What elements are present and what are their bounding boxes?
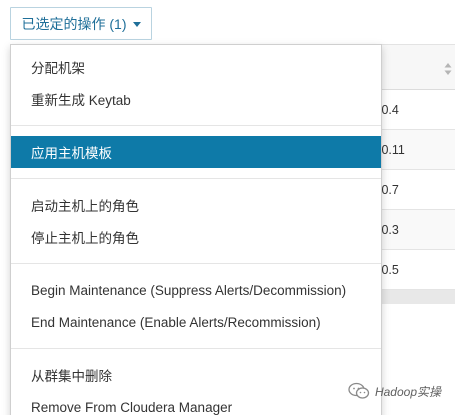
wechat-icon [348,382,370,399]
watermark: Hadoop实操 [348,382,441,400]
selected-actions-label: 已选定的操作 (1) [21,15,127,32]
menu-item-remove-from-cluster[interactable]: 从群集中删除 [11,359,381,391]
selected-actions-dropdown-button[interactable]: 已选定的操作 (1) [10,7,152,40]
caret-down-icon [132,21,141,27]
menu-divider [11,125,381,126]
menu-item-assign-rack[interactable]: 分配机架 [11,51,381,83]
menu-divider [11,178,381,179]
menu-divider [11,263,381,264]
selected-actions-menu: 分配机架 重新生成 Keytab 应用主机模板 启动主机上的角色 停止主机上的角… [10,44,382,415]
menu-item-start-roles[interactable]: 启动主机上的角色 [11,189,381,221]
menu-item-regenerate-keytab[interactable]: 重新生成 Keytab [11,83,381,115]
watermark-text: Hadoop实操 [374,384,441,399]
menu-item-apply-host-template[interactable]: 应用主机模板 [11,136,381,168]
sort-icon[interactable] [443,62,453,76]
ip-cell: .0.11 [378,142,405,157]
menu-item-remove-from-cloudera-manager[interactable]: Remove From Cloudera Manager [11,391,381,415]
menu-item-end-maintenance[interactable]: End Maintenance (Enable Alerts/Recommiss… [11,306,381,338]
menu-item-stop-roles[interactable]: 停止主机上的角色 [11,221,381,253]
menu-item-begin-maintenance[interactable]: Begin Maintenance (Suppress Alerts/Decom… [11,274,381,306]
menu-divider [11,348,381,349]
